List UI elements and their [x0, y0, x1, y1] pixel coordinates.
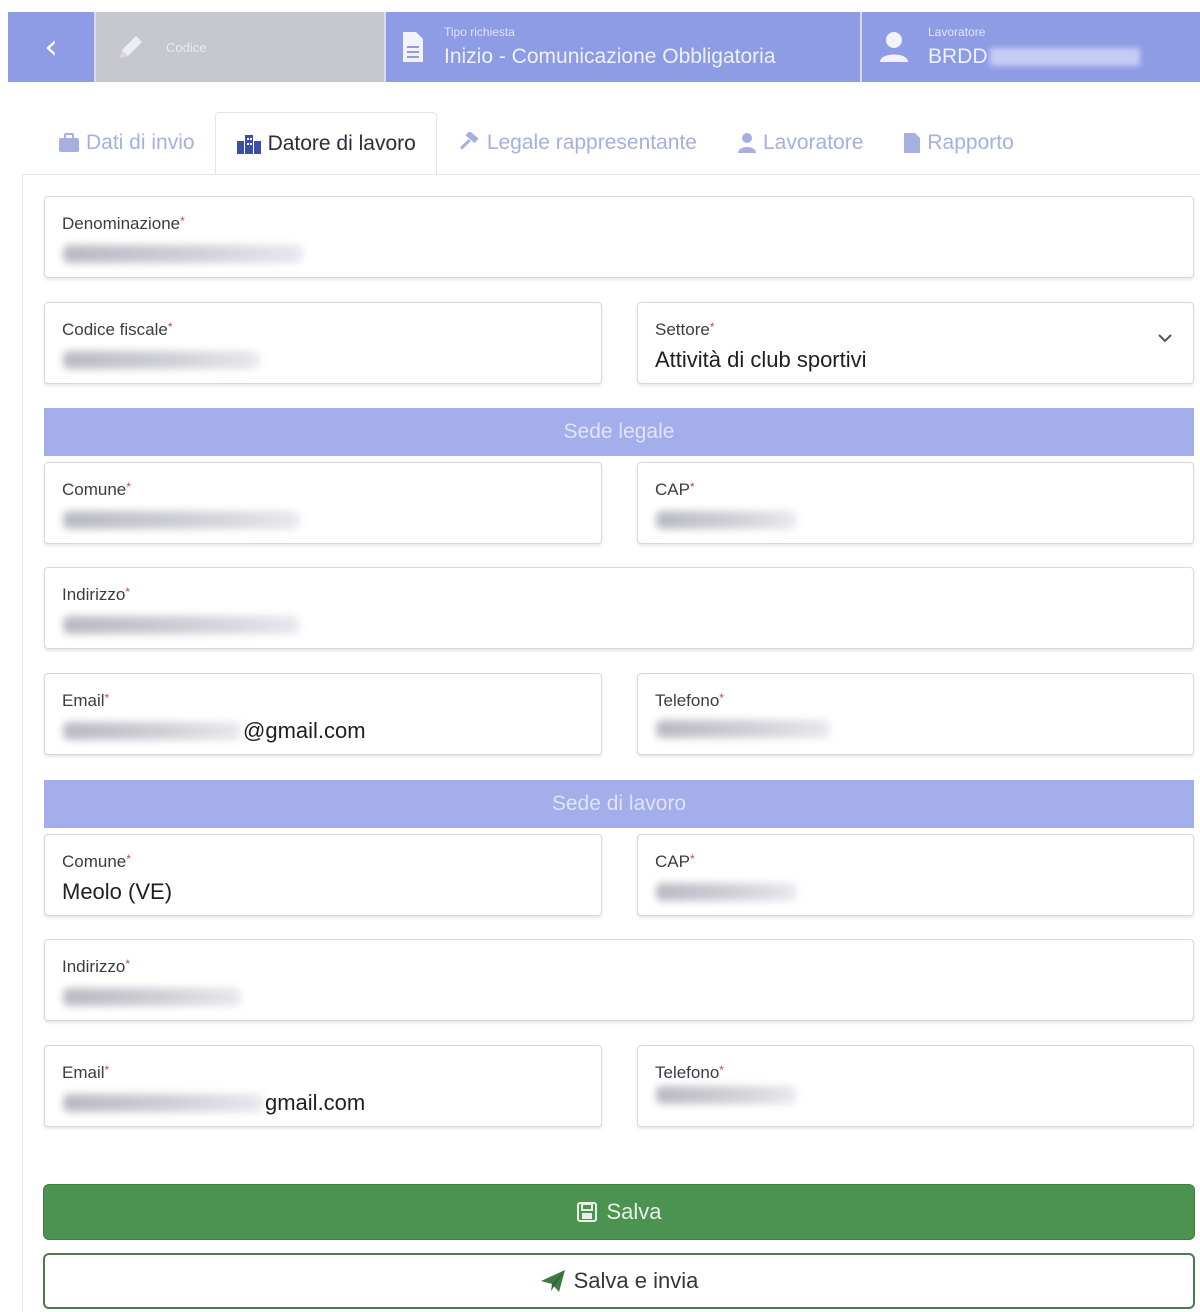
redacted-value — [63, 616, 299, 634]
required-mark: * — [180, 214, 185, 228]
email-label: Email — [62, 1063, 105, 1082]
tab-rapporto[interactable]: Rapporto — [883, 112, 1033, 174]
cap-label: CAP — [655, 480, 690, 499]
indirizzo-label: Indirizzo — [62, 585, 126, 604]
sede-legale-indirizzo-field[interactable]: Indirizzo* — [44, 567, 1194, 649]
redacted-value — [656, 511, 796, 529]
redacted-text — [989, 48, 1140, 67]
sede-lavoro-comune-field[interactable]: Comune* Meolo (VE) — [44, 834, 602, 916]
redacted-value — [63, 245, 303, 263]
chevron-left-icon: ‹ — [44, 27, 58, 67]
top-header: ‹ Codice Tipo richiesta Inizio - Comunic… — [8, 12, 1200, 82]
required-mark: * — [167, 320, 173, 334]
back-button[interactable]: ‹ — [8, 12, 96, 82]
sede-legale-header: Sede legale — [44, 408, 1194, 456]
cap-label: CAP — [655, 852, 690, 871]
required-mark: * — [125, 585, 130, 599]
document-icon — [403, 32, 423, 62]
comune-value: Meolo (VE) — [62, 879, 173, 904]
salva-button[interactable]: Salva — [43, 1184, 1195, 1240]
required-mark: * — [104, 691, 110, 705]
redacted-value — [656, 883, 796, 901]
user-icon — [737, 133, 756, 153]
tab-label: Rapporto — [927, 131, 1014, 154]
tab-lavoratore[interactable]: Lavoratore — [717, 112, 883, 174]
redacted-value — [63, 722, 241, 740]
settore-label: Settore — [655, 320, 710, 339]
denominazione-field[interactable]: Denominazione* — [44, 196, 1194, 278]
required-mark: * — [125, 957, 130, 971]
indirizzo-label: Indirizzo — [62, 957, 126, 976]
building-icon — [236, 134, 261, 154]
sede-legale-email-field[interactable]: Email* @gmail.com — [44, 673, 602, 755]
sede-lavoro-email-field[interactable]: Email* gmail.com — [44, 1045, 602, 1127]
redacted-value — [63, 351, 259, 369]
comune-label: Comune — [62, 852, 127, 871]
briefcase-icon — [59, 133, 79, 152]
email-value: @gmail.com — [243, 718, 366, 743]
lavoratore-label: Lavoratore — [928, 25, 986, 39]
required-mark: * — [126, 480, 131, 494]
tipo-richiesta-section: Tipo richiesta Inizio - Comunicazione Ob… — [386, 12, 862, 82]
sede-lavoro-telefono-field[interactable]: Telefono* — [637, 1045, 1194, 1127]
redacted-value — [656, 720, 830, 738]
required-mark: * — [719, 691, 724, 705]
lavoratore-section: Lavoratore BRDD — [862, 12, 1200, 82]
tab-label: Lavoratore — [762, 131, 864, 154]
required-mark: * — [689, 480, 695, 494]
redacted-value — [63, 988, 241, 1006]
send-icon — [540, 1269, 566, 1293]
sede-lavoro-cap-field[interactable]: CAP* — [637, 834, 1194, 916]
tipo-richiesta-label: Tipo richiesta — [444, 25, 515, 39]
user-icon — [880, 32, 908, 62]
salva-e-invia-label: Salva e invia — [573, 1268, 699, 1293]
tab-label: Legale rappresentante — [486, 131, 697, 154]
settore-select[interactable]: Settore* Attività di club sportivi — [637, 302, 1194, 384]
gavel-icon — [459, 132, 478, 150]
lavoratore-value: BRDD — [928, 45, 988, 68]
email-label: Email — [62, 691, 105, 710]
required-mark: * — [104, 1063, 110, 1077]
redacted-value — [63, 511, 299, 529]
pencil-icon — [120, 36, 142, 58]
codice-fiscale-label: Codice fiscale — [62, 320, 168, 339]
telefono-label: Telefono — [655, 691, 720, 710]
tab-label: Dati di invio — [86, 131, 195, 154]
required-mark: * — [709, 320, 715, 334]
salva-label: Salva — [606, 1199, 662, 1224]
required-mark: * — [689, 852, 695, 866]
sede-lavoro-indirizzo-field[interactable]: Indirizzo* — [44, 939, 1194, 1021]
sede-legale-cap-field[interactable]: CAP* — [637, 462, 1194, 544]
tipo-richiesta-value: Inizio - Comunicazione Obbligatoria — [444, 45, 776, 68]
email-value: gmail.com — [265, 1090, 366, 1115]
tab-dati-invio[interactable]: Dati di invio — [38, 112, 215, 174]
codice-section[interactable]: Codice — [96, 12, 386, 82]
settore-value: Attività di club sportivi — [655, 347, 867, 372]
codice-label: Codice — [166, 39, 207, 55]
save-icon — [576, 1201, 598, 1223]
chevron-down-icon — [1158, 334, 1172, 343]
tab-label: Datore di lavoro — [267, 131, 416, 155]
required-mark: * — [719, 1063, 724, 1077]
salva-e-invia-button[interactable]: Salva e invia — [43, 1253, 1195, 1309]
denominazione-label: Denominazione — [62, 214, 181, 233]
redacted-value — [656, 1086, 796, 1104]
codice-fiscale-field[interactable]: Codice fiscale* — [44, 302, 602, 384]
sede-lavoro-header: Sede di lavoro — [44, 780, 1194, 828]
redacted-value — [63, 1094, 263, 1112]
document-icon — [904, 133, 921, 153]
telefono-label: Telefono — [655, 1063, 720, 1082]
sede-legale-comune-field[interactable]: Comune* — [44, 462, 602, 544]
required-mark: * — [126, 852, 131, 866]
tab-datore-lavoro[interactable]: Datore di lavoro — [214, 112, 437, 174]
tab-bar: Dati di invio Datore di lavoro Legale ra… — [38, 112, 1034, 174]
comune-label: Comune — [62, 480, 127, 499]
sede-legale-telefono-field[interactable]: Telefono* — [637, 673, 1194, 755]
tab-legale-rappresentante[interactable]: Legale rappresentante — [437, 112, 717, 174]
